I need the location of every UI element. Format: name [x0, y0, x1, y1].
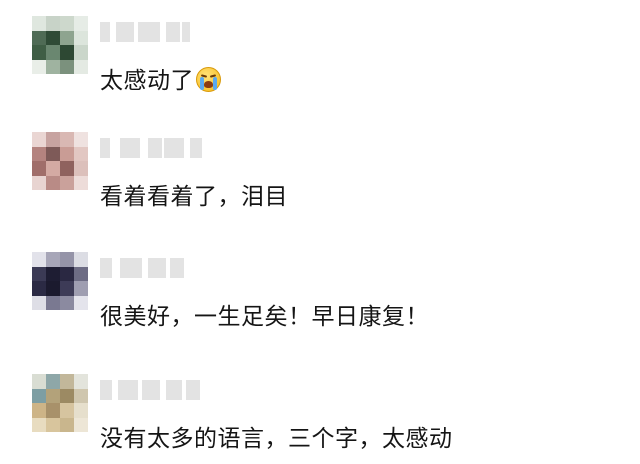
avatar[interactable]	[32, 374, 88, 432]
comment-text: 没有太多的语言，三个字，太感动	[100, 424, 453, 454]
avatar[interactable]	[32, 252, 88, 310]
username-blurred	[100, 258, 186, 278]
comment-text: 太感动了	[100, 66, 221, 96]
crying-face-icon	[196, 67, 221, 92]
comment-text-content: 没有太多的语言，三个字，太感动	[100, 426, 453, 452]
comment-item: 很美好，一生足矣！早日康复！	[0, 252, 640, 332]
username-blurred	[100, 138, 202, 158]
comment-item: 太感动了	[0, 16, 640, 96]
avatar[interactable]	[32, 16, 88, 74]
comment-text-content: 太感动了	[100, 68, 194, 94]
comment-text: 很美好，一生足矣！早日康复！	[100, 302, 429, 332]
comment-text-content: 很美好，一生足矣！早日康复！	[100, 304, 429, 330]
comment-text: 看着看着了，泪目	[100, 182, 288, 212]
username-blurred	[100, 380, 202, 400]
username-blurred	[100, 22, 192, 42]
comment-item: 没有太多的语言，三个字，太感动	[0, 374, 640, 454]
avatar[interactable]	[32, 132, 88, 190]
comment-text-content: 看着看着了，泪目	[100, 184, 288, 210]
comment-item: 看着看着了，泪目	[0, 132, 640, 212]
comment-list: 太感动了看着看着了，泪目很美好，一生足矣！早日康复！ 没有太多的语言，三个字，太感…	[0, 0, 640, 464]
